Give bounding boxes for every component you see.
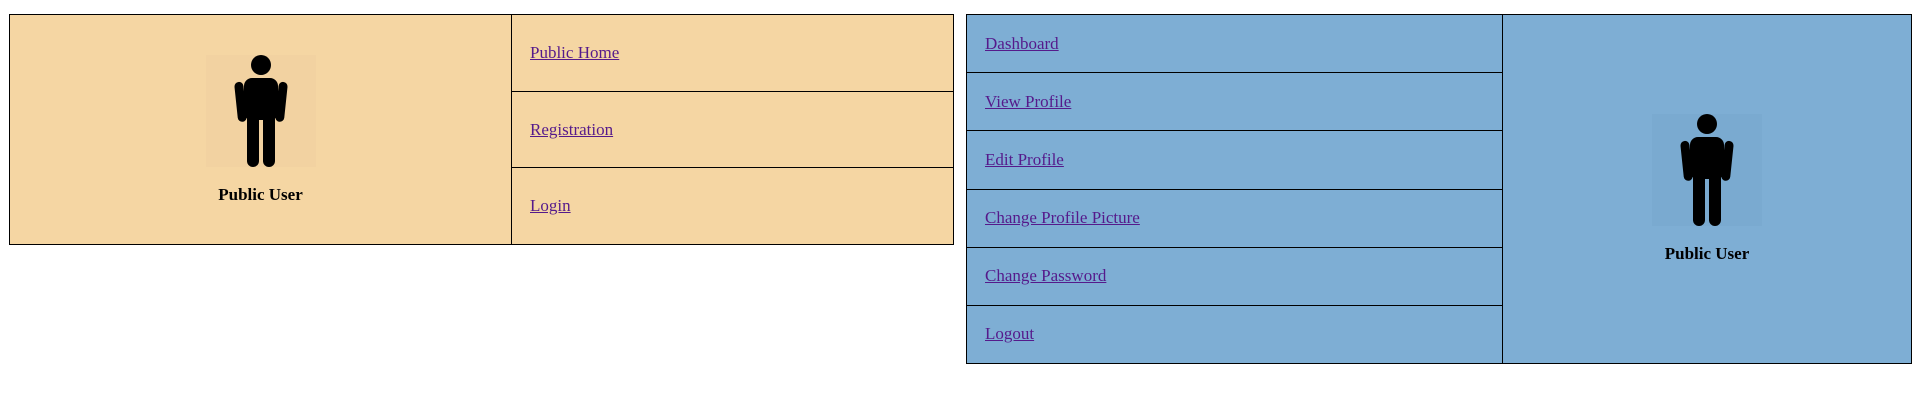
- public-home-link[interactable]: Public Home: [530, 43, 619, 63]
- nav-item-public-home: Public Home: [512, 15, 953, 92]
- user-nav-list: Dashboard View Profile Edit Profile Chan…: [967, 15, 1502, 363]
- nav-item-change-password: Change Password: [967, 248, 1502, 306]
- change-profile-picture-link[interactable]: Change Profile Picture: [985, 208, 1140, 228]
- avatar: [205, 54, 316, 167]
- nav-item-change-profile-picture: Change Profile Picture: [967, 190, 1502, 248]
- nav-item-logout: Logout: [967, 306, 1502, 363]
- public-nav-list: Public Home Registration Login: [512, 15, 953, 244]
- nav-item-login: Login: [512, 168, 953, 244]
- user-menu-panel: Dashboard View Profile Edit Profile Chan…: [966, 14, 1912, 364]
- login-link[interactable]: Login: [530, 196, 571, 216]
- view-profile-link[interactable]: View Profile: [985, 92, 1071, 112]
- registration-link[interactable]: Registration: [530, 120, 613, 140]
- nav-item-view-profile: View Profile: [967, 73, 1502, 132]
- nav-item-registration: Registration: [512, 92, 953, 169]
- user-name-label: Public User: [1664, 244, 1750, 263]
- person-icon: [1680, 114, 1734, 226]
- nav-item-dashboard: Dashboard: [967, 15, 1502, 74]
- public-profile-cell: Public User: [10, 15, 512, 244]
- nav-item-edit-profile: Edit Profile: [967, 131, 1502, 190]
- logout-link[interactable]: Logout: [985, 324, 1034, 344]
- user-name-label: Public User: [218, 184, 303, 204]
- public-user-panel: Public User Public Home Registration Log…: [9, 14, 954, 245]
- user-profile-cell: Public User: [1502, 15, 1911, 363]
- edit-profile-link[interactable]: Edit Profile: [985, 150, 1064, 170]
- dashboard-link[interactable]: Dashboard: [985, 34, 1059, 54]
- person-icon: [233, 54, 288, 167]
- avatar: [1652, 114, 1762, 226]
- change-password-link[interactable]: Change Password: [985, 266, 1106, 286]
